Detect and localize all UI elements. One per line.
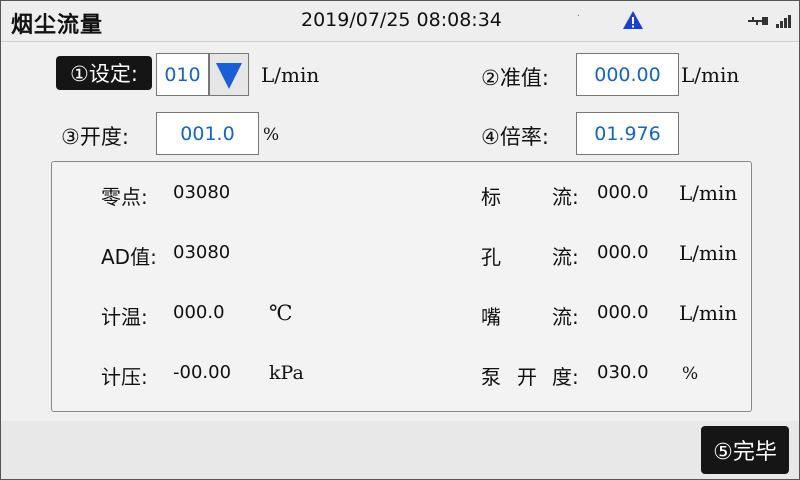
- temp-value: 000.0: [173, 302, 225, 323]
- nozzle-flow-label-a: 嘴: [481, 305, 501, 329]
- footer-bar: [1, 421, 799, 479]
- temp-label: 计温:: [101, 305, 148, 329]
- status-icons: [748, 13, 796, 32]
- ad-value: 03080: [173, 242, 231, 263]
- std-flow-value: 000.0: [597, 182, 649, 203]
- triangle-down-icon: [216, 62, 242, 89]
- dropdown-button[interactable]: [209, 53, 249, 96]
- press-value: -00.00: [173, 362, 232, 383]
- zero-value: 03080: [173, 182, 231, 203]
- readings-panel: 零点: 03080 AD值: 03080 计温: 000.0 ℃ 计压: -00…: [51, 161, 752, 412]
- datetime-display: 2019/07/25 08:08:34: [301, 9, 502, 31]
- std-flow-unit: L/min: [679, 181, 738, 205]
- ratio-label: ④倍率:: [481, 125, 549, 149]
- done-button[interactable]: ⑤完毕: [701, 426, 789, 474]
- status-dot: ·: [577, 11, 581, 22]
- press-unit: kPa: [269, 362, 304, 384]
- pump-label-c: 度:: [552, 365, 579, 389]
- std-flow-label-b: 流:: [552, 185, 579, 209]
- set-label[interactable]: ①设定:: [56, 56, 152, 90]
- usb-icon: [748, 15, 791, 28]
- pump-value: 030.0: [597, 362, 649, 383]
- open-label: ③开度:: [61, 125, 129, 149]
- hole-flow-label-a: 孔: [481, 245, 501, 269]
- press-label: 计压:: [101, 365, 148, 389]
- std-label: ②准值:: [481, 66, 549, 90]
- screen: 烟尘流量 2019/07/25 08:08:34 · ①设定: 010 L/mi…: [0, 0, 800, 480]
- pump-label-b: 开: [517, 365, 537, 389]
- std-value-field[interactable]: 000.00: [576, 53, 679, 96]
- hole-flow-unit: L/min: [679, 241, 738, 265]
- hole-flow-value: 000.0: [597, 242, 649, 263]
- ad-label: AD值:: [101, 245, 157, 269]
- hole-flow-label-b: 流:: [552, 245, 579, 269]
- nozzle-flow-unit: L/min: [679, 301, 738, 325]
- open-unit: %: [263, 125, 280, 145]
- set-value-field[interactable]: 010: [156, 53, 209, 96]
- pump-label-a: 泵: [481, 365, 501, 389]
- zero-label: 零点:: [101, 185, 148, 209]
- set-unit: L/min: [261, 63, 320, 87]
- nozzle-flow-label-b: 流:: [552, 305, 579, 329]
- open-value-field[interactable]: 001.0: [156, 112, 259, 155]
- std-flow-label-a: 标: [481, 185, 501, 209]
- std-unit: L/min: [681, 63, 740, 87]
- ratio-value-field[interactable]: 01.976: [576, 112, 679, 155]
- page-title: 烟尘流量: [11, 13, 104, 38]
- temp-unit: ℃: [269, 301, 293, 325]
- title-bar: 烟尘流量 2019/07/25 08:08:34 ·: [1, 1, 799, 42]
- pump-unit: %: [682, 364, 699, 384]
- warning-icon[interactable]: [622, 10, 644, 34]
- nozzle-flow-value: 000.0: [597, 302, 649, 323]
